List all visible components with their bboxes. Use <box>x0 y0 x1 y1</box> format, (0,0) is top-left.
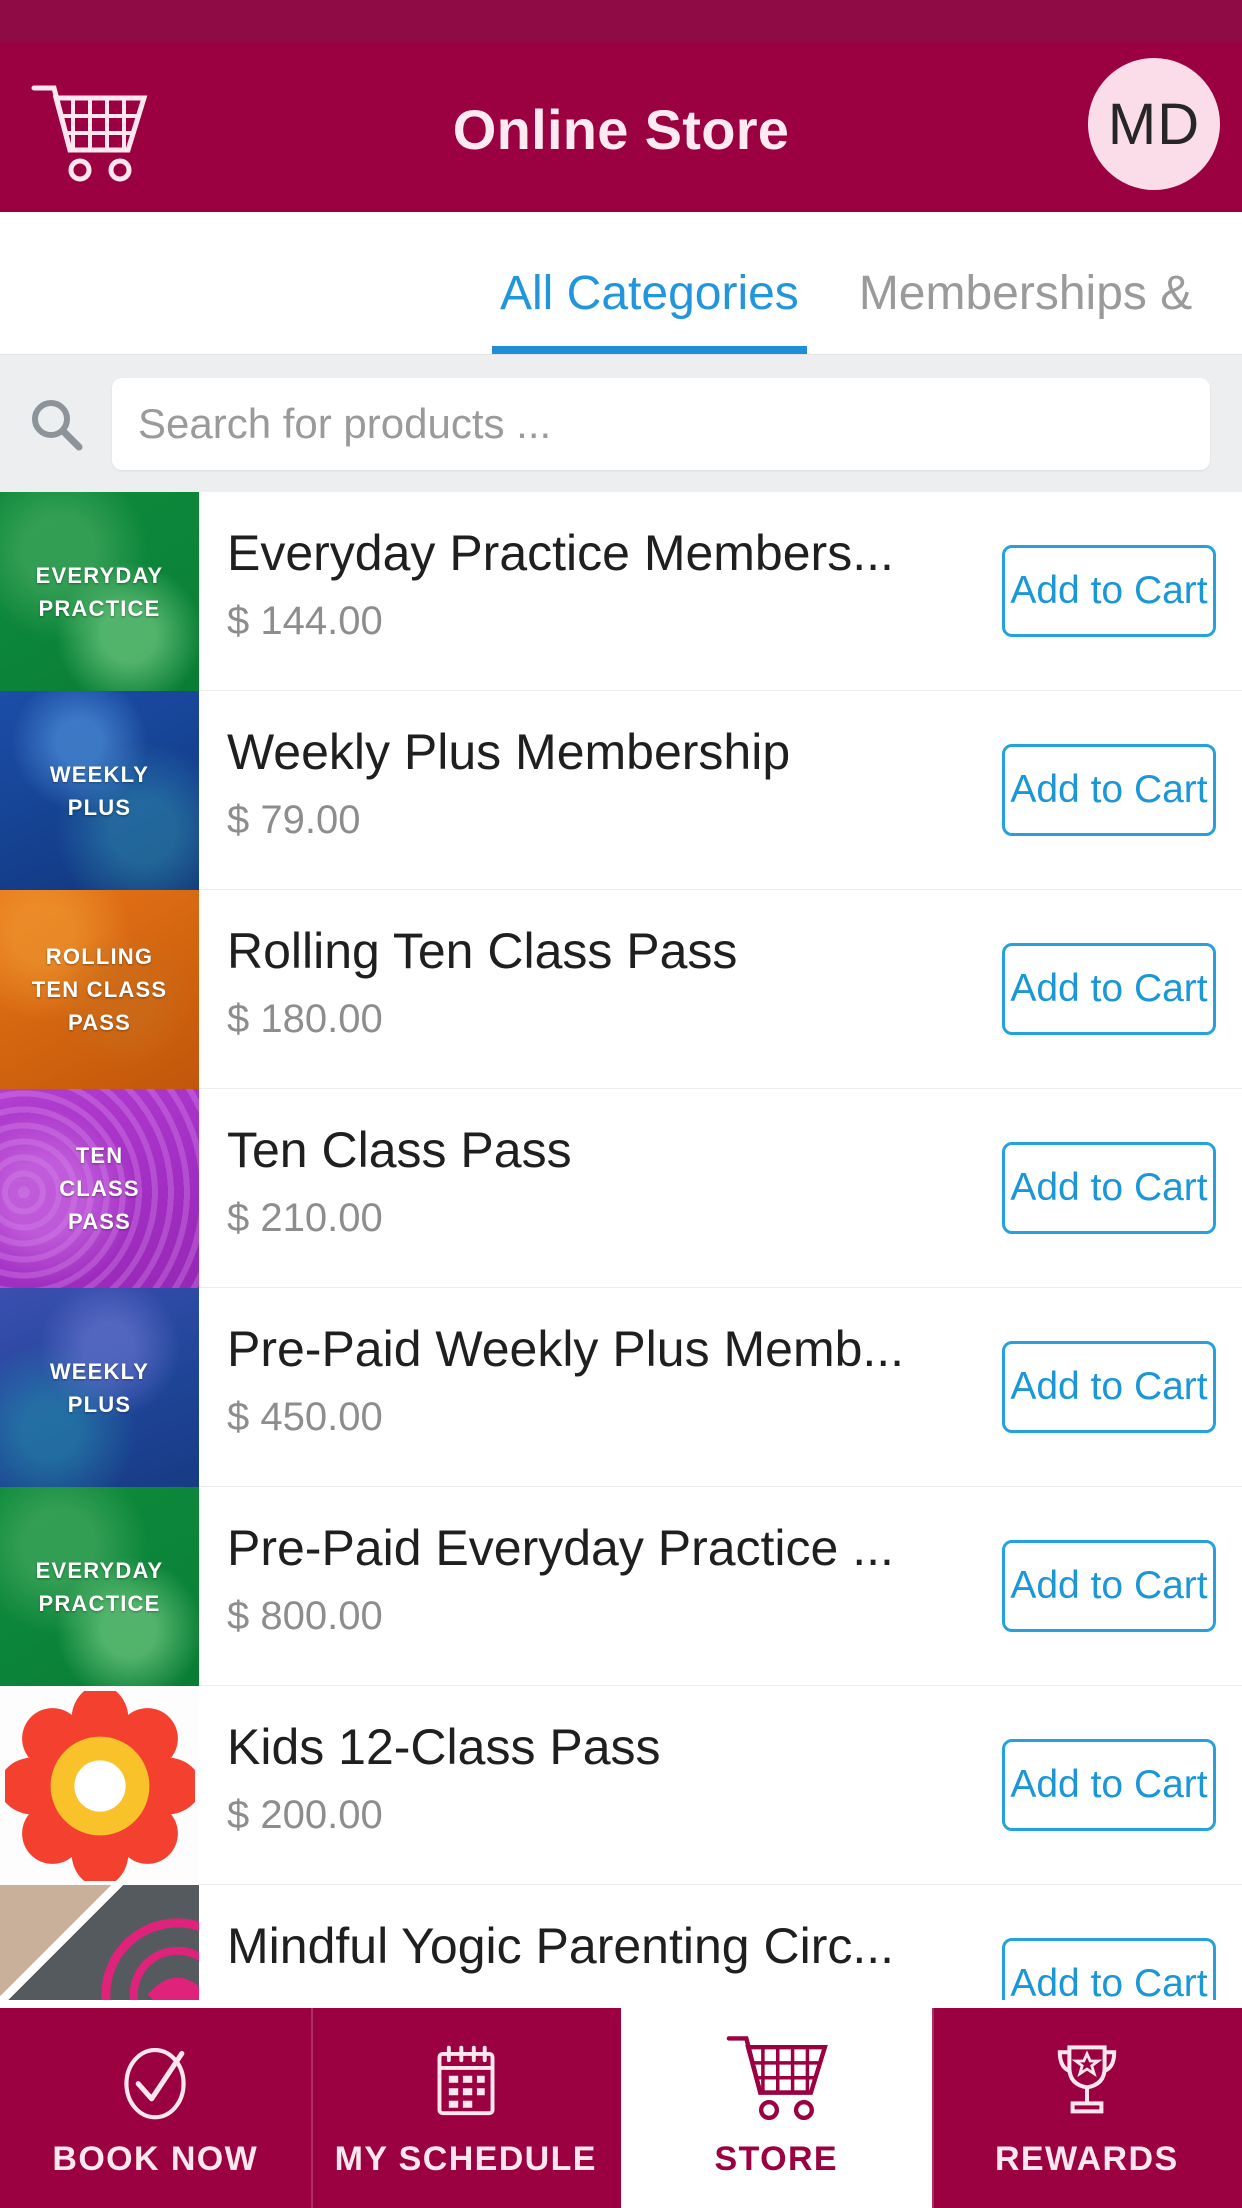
thumbnail-label: ROLLING TEN CLASS PASS <box>31 944 168 1035</box>
product-name: Kids 12-Class Pass <box>227 1720 661 1775</box>
product-action-cell: Add to Cart <box>976 1885 1242 2000</box>
add-to-cart-button[interactable]: Add to Cart <box>1002 744 1216 836</box>
product-thumbnail[interactable] <box>0 1686 199 1885</box>
product-row[interactable]: EVERYDAY PRACTICE Pre-Paid Everyday Pract… <box>0 1487 1242 1686</box>
product-action-cell: Add to Cart <box>976 1487 1242 1685</box>
product-name: Mindful Yogic Parenting Circ... <box>227 1919 895 1974</box>
add-to-cart-button[interactable]: Add to Cart <box>1002 1540 1216 1632</box>
category-tabbar[interactable]: All Categories Memberships & <box>0 212 1242 355</box>
nav-label: BOOK NOW <box>52 2139 259 2178</box>
product-price: $ 210.00 <box>227 1196 383 1240</box>
nav-label: REWARDS <box>994 2139 1179 2178</box>
product-price: $ 144.00 <box>227 599 383 643</box>
product-thumbnail[interactable]: WEEKLY PLUS <box>0 1288 199 1487</box>
search-input[interactable] <box>112 377 1210 470</box>
nav-item-book-now[interactable]: BOOK NOW <box>0 2008 311 2208</box>
product-action-cell: Add to Cart <box>976 1089 1242 1287</box>
product-price: $ 180.00 <box>227 997 383 1041</box>
app-screen: Online Store MD All Categories Membershi… <box>0 0 1242 2208</box>
product-action-cell: Add to Cart <box>976 691 1242 889</box>
product-thumbnail[interactable]: ROLLING TEN CLASS PASS <box>0 890 199 1089</box>
add-to-cart-button[interactable]: Add to Cart <box>1002 1739 1216 1831</box>
product-row[interactable]: TEN CLASS PASS Ten Class Pass $ 210.00 Add… <box>0 1089 1242 1288</box>
add-to-cart-button[interactable]: Add to Cart <box>1002 1938 1216 2000</box>
add-to-cart-button[interactable]: Add to Cart <box>1002 1142 1216 1234</box>
product-price: $ 200.00 <box>227 1793 383 1837</box>
nav-item-store[interactable]: STORE <box>621 2008 932 2208</box>
avatar-initials: MD <box>1107 91 1201 157</box>
product-thumbnail[interactable]: WEEKLY PLUS <box>0 691 199 890</box>
calendar-icon <box>427 2038 505 2124</box>
product-row[interactable]: WEEKLY PLUS Weekly Plus Membership $ 79.0… <box>0 691 1242 890</box>
thumbnail-label: TEN CLASS PASS <box>59 1143 140 1234</box>
product-name: Weekly Plus Membership <box>227 725 791 780</box>
product-action-cell: Add to Cart <box>976 890 1242 1088</box>
product-info: Rolling Ten Class Pass $ 180.00 <box>199 890 976 1088</box>
thumbnail-label: WEEKLY PLUS <box>49 1358 150 1417</box>
trophy-icon <box>1047 2038 1127 2124</box>
nav-item-my-schedule[interactable]: MY SCHEDULE <box>310 2008 622 2208</box>
product-thumbnail[interactable]: EVERYDAY PRACTICE <box>0 492 199 691</box>
product-info: Everyday Practice Members... $ 144.00 <box>199 492 976 690</box>
product-row[interactable]: ROLLING TEN CLASS PASS Rolling Ten Class P… <box>0 890 1242 1089</box>
product-info: Mindful Yogic Parenting Circ... <box>199 1885 976 2000</box>
add-to-cart-button[interactable]: Add to Cart <box>1002 545 1216 637</box>
app-header: Online Store MD <box>0 0 1242 212</box>
check-circle-icon <box>113 2038 197 2124</box>
product-list[interactable]: EVERYDAY PRACTICE Everyday Practice Membe… <box>0 492 1242 2000</box>
thumbnail-label: WEEKLY PLUS <box>49 761 150 820</box>
product-name: Everyday Practice Members... <box>227 526 894 581</box>
search-bar <box>0 355 1242 492</box>
brand-mark-icon <box>101 1918 199 2000</box>
tab-memberships[interactable]: Memberships & <box>829 266 1222 354</box>
product-price: $ 800.00 <box>227 1594 383 1638</box>
product-info: Pre-Paid Weekly Plus Memb... $ 450.00 <box>199 1288 976 1486</box>
product-thumbnail[interactable]: EVERYDAY PRACTICE <box>0 1487 199 1686</box>
avatar[interactable]: MD <box>1088 58 1220 190</box>
bottom-navigation: BOOK NOW MY SCHEDULE STORE REWARDS <box>0 2008 1242 2208</box>
tab-all-categories[interactable]: All Categories <box>470 266 829 354</box>
product-info: Ten Class Pass $ 210.00 <box>199 1089 976 1287</box>
product-row[interactable]: Kids 12-Class Pass $ 200.00 Add to Cart <box>0 1686 1242 1885</box>
product-name: Ten Class Pass <box>227 1123 572 1178</box>
product-row[interactable]: WEEKLY PLUS Pre-Paid Weekly Plus Memb... … <box>0 1288 1242 1487</box>
nav-label: MY SCHEDULE <box>334 2139 597 2178</box>
product-price: $ 450.00 <box>227 1395 383 1439</box>
nav-item-rewards[interactable]: REWARDS <box>931 2008 1242 2208</box>
thumbnail-label: EVERYDAY PRACTICE <box>35 562 164 621</box>
product-info: Pre-Paid Everyday Practice ... $ 800.00 <box>199 1487 976 1685</box>
product-row[interactable]: Mindful Yogic Parenting Circ... Add to C… <box>0 1885 1242 2000</box>
product-name: Pre-Paid Everyday Practice ... <box>227 1521 894 1576</box>
product-name: Rolling Ten Class Pass <box>227 924 738 979</box>
thumbnail-label: EVERYDAY PRACTICE <box>35 1557 164 1616</box>
product-action-cell: Add to Cart <box>976 1288 1242 1486</box>
product-name: Pre-Paid Weekly Plus Memb... <box>227 1322 905 1377</box>
product-info: Kids 12-Class Pass $ 200.00 <box>199 1686 976 1884</box>
product-row[interactable]: EVERYDAY PRACTICE Everyday Practice Membe… <box>0 492 1242 691</box>
tabstrip[interactable]: All Categories Memberships & <box>0 212 1242 354</box>
shopping-cart-icon <box>722 2035 830 2124</box>
add-to-cart-button[interactable]: Add to Cart <box>1002 943 1216 1035</box>
product-action-cell: Add to Cart <box>976 492 1242 690</box>
add-to-cart-button[interactable]: Add to Cart <box>1002 1341 1216 1433</box>
nav-label: STORE <box>714 2139 838 2178</box>
flower-icon <box>0 1686 199 1885</box>
product-action-cell: Add to Cart <box>976 1686 1242 1884</box>
search-icon <box>0 394 112 454</box>
product-price: $ 79.00 <box>227 798 361 842</box>
product-thumbnail[interactable] <box>0 1885 199 2000</box>
page-title: Online Store <box>452 98 790 161</box>
product-info: Weekly Plus Membership $ 79.00 <box>199 691 976 889</box>
product-thumbnail[interactable]: TEN CLASS PASS <box>0 1089 199 1288</box>
